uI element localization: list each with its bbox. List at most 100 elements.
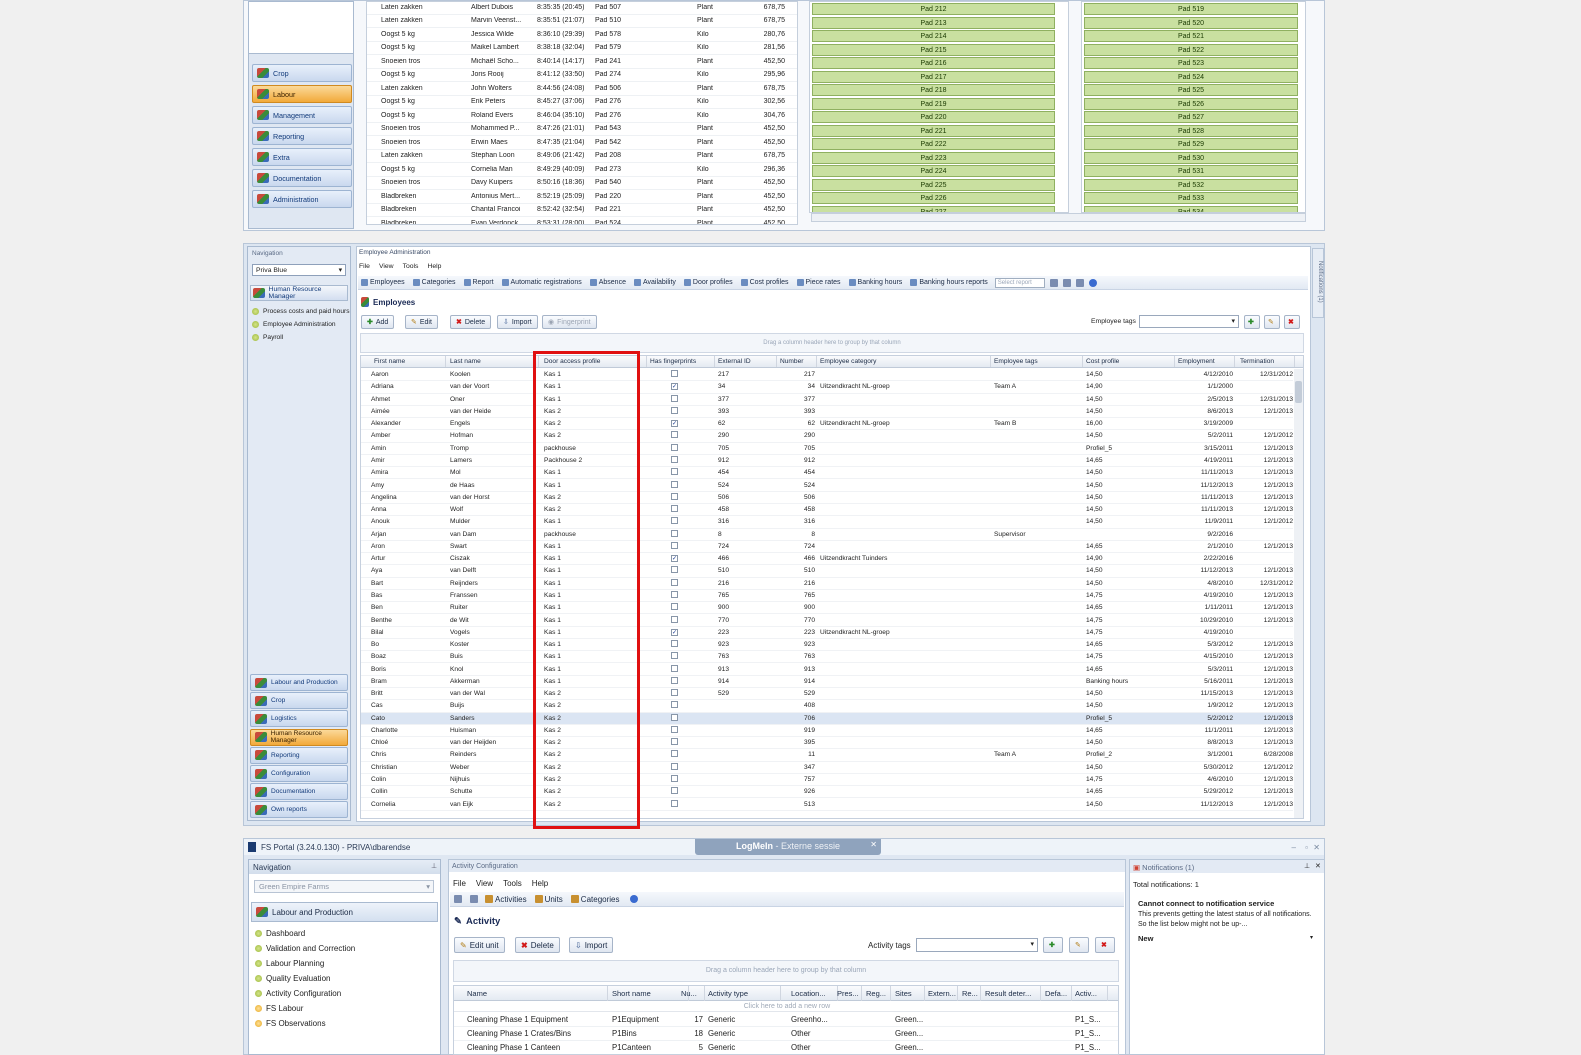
table-row[interactable]: Bladbreken Antonius Mert... 8:52:19 (25:09…: [367, 190, 797, 204]
pad-cell[interactable]: Pad 223: [812, 151, 1055, 164]
table-row[interactable]: Chris Reinders Kas 2 11 Team A Profiel_2 3/1/2…: [361, 749, 1293, 762]
column-header[interactable]: Has fingerprints: [647, 356, 715, 367]
pad-cell[interactable]: Pad 222: [812, 138, 1055, 150]
checkbox[interactable]: [671, 640, 678, 648]
table-row[interactable]: Britt van der Wal Kas 2 529 529 14,50 11/15/20…: [361, 688, 1293, 701]
table-row[interactable]: Ben Ruiter Kas 1 900 900 14,65 1/11/2011 12/1/2…: [361, 602, 1293, 615]
nav-module-header[interactable]: Human Resource Manager: [250, 285, 348, 301]
menu-tools[interactable]: Tools: [403, 263, 419, 270]
column-header[interactable]: Pres...: [834, 986, 862, 1001]
table-row[interactable]: Snoeien tros Mohammed P... 8:47:26 (21:01)…: [367, 123, 797, 136]
checkbox[interactable]: [671, 578, 678, 586]
table-row[interactable]: Artur Ciszak Kas 1 ✓ 466 466 Uitzendkracht Tui…: [361, 553, 1293, 566]
table-row[interactable]: Angelina van der Horst Kas 2 506 506 14,50 11/…: [361, 492, 1293, 504]
checkbox[interactable]: [671, 775, 678, 783]
column-header[interactable]: Nu...: [678, 986, 705, 1001]
pad-cell[interactable]: Pad 524: [1084, 70, 1298, 83]
nav-module-header[interactable]: Labour and Production: [251, 902, 438, 922]
pad-cell[interactable]: Pad 216: [812, 57, 1055, 69]
pad-cell[interactable]: Pad 522: [1084, 43, 1298, 56]
nav-button-3[interactable]: Human Resource Manager: [250, 728, 348, 746]
table-row[interactable]: Oogst 5 kg Maikel Lambert 8:38:18 (32:04) P…: [367, 42, 797, 55]
checkbox[interactable]: [671, 517, 678, 525]
pad-cell[interactable]: Pad 220: [812, 111, 1055, 123]
checkbox[interactable]: [671, 701, 678, 709]
table-row[interactable]: Cato Sanders Kas 2 706 Profiel_5 5/2/2012 12/1…: [361, 712, 1293, 725]
nav-button-5[interactable]: Configuration: [250, 765, 348, 782]
nav-item[interactable]: Dashboard: [255, 926, 355, 941]
menu-view[interactable]: View: [476, 879, 493, 888]
table-row[interactable]: Cornelia van Eijk Kas 2 513 14,50 11/12/2013 1…: [361, 798, 1293, 811]
table-row[interactable]: Cleaning Phase 1 Crates/Bins P1Bins 18 Gene…: [454, 1027, 1118, 1041]
nav-button-1[interactable]: Crop: [250, 692, 348, 710]
pad-cell[interactable]: Pad 520: [1084, 16, 1298, 29]
nav-item[interactable]: Activity Configuration: [255, 986, 355, 1001]
column-header[interactable]: Termination: [1237, 356, 1295, 367]
import-button[interactable]: ⇩ Import: [569, 937, 614, 953]
column-header[interactable]: Employee category: [817, 356, 991, 367]
checkbox[interactable]: ✓: [671, 628, 678, 636]
pad-cell[interactable]: Pad 225: [812, 178, 1055, 191]
save-icon[interactable]: [454, 895, 462, 903]
nav-tree-item[interactable]: Process costs and paid hours: [252, 305, 350, 318]
pad-scrollbar[interactable]: [811, 213, 1306, 222]
pin-icon[interactable]: ⊥: [1304, 862, 1310, 870]
edit-button[interactable]: ✎ Edit: [405, 315, 438, 329]
toolbar-item[interactable]: Categories: [568, 893, 623, 905]
table-row[interactable]: Bart Reijnders Kas 1 216 216 14,50 4/8/2010 12/…: [361, 578, 1293, 590]
checkbox[interactable]: [671, 443, 678, 451]
column-header[interactable]: Cost profile: [1083, 356, 1175, 367]
import-button[interactable]: ⇩ Import: [497, 315, 538, 329]
pad-cell[interactable]: Pad 534: [1084, 205, 1298, 212]
pin-icon[interactable]: ⊥: [431, 862, 437, 870]
pad-cell[interactable]: Pad 523: [1084, 57, 1298, 69]
table-row[interactable]: Bo Koster Kas 1 923 923 14,65 5/3/2012 12/1/201…: [361, 639, 1293, 652]
table-row[interactable]: Oogst 5 kg Erik Peters 8:45:27 (37:06) Pad …: [367, 96, 797, 109]
menu-tools[interactable]: Tools: [503, 879, 522, 888]
nav-item-labour[interactable]: Labour: [252, 85, 352, 103]
pad-cell[interactable]: Pad 226: [812, 192, 1055, 204]
pad-cell[interactable]: Pad 527: [1084, 111, 1298, 123]
column-header[interactable]: Name: [464, 986, 608, 1001]
delete-tag-button[interactable]: ✖: [1284, 315, 1300, 329]
table-row[interactable]: Laten zakken Stephan Loon 8:49:06 (21:42) P…: [367, 150, 797, 163]
menu-file[interactable]: File: [359, 263, 370, 270]
logmein-close-icon[interactable]: ✕: [870, 837, 877, 852]
toolbar-item[interactable]: Employees: [358, 277, 408, 289]
checkbox[interactable]: [671, 799, 678, 807]
table-row[interactable]: Snoeien tros Davy Kuipers 8:50:16 (18:36) P…: [367, 177, 797, 190]
table-row[interactable]: Benthe de Wit Kas 1 770 770 14,75 10/29/2010 12…: [361, 614, 1293, 627]
table-row[interactable]: Snoeien tros Michaël Scho... 8:40:14 (14:1…: [367, 55, 797, 69]
nav-item[interactable]: Quality Evaluation: [255, 971, 355, 986]
toolbar-item[interactable]: Cost profiles: [738, 277, 792, 289]
table-row[interactable]: Oogst 5 kg Jessica Wilde 8:36:10 (29:39) Pa…: [367, 28, 797, 42]
restore-icon[interactable]: ▫: [1305, 843, 1308, 852]
column-header[interactable]: Employment: [1175, 356, 1235, 367]
checkbox[interactable]: [671, 505, 678, 513]
pad-cell[interactable]: Pad 519: [1084, 3, 1298, 15]
table-row[interactable]: Ahmet Oner Kas 1 377 377 14,50 2/5/2013 12/31/2…: [361, 394, 1293, 406]
table-row[interactable]: Boris Knol Kas 1 913 913 14,65 5/3/2011 12/1/20…: [361, 663, 1293, 676]
checkbox[interactable]: ✓: [671, 383, 678, 391]
fingerprint-button[interactable]: ◉ Fingerprint: [542, 315, 597, 329]
nav-button-6[interactable]: Documentation: [250, 783, 348, 801]
checkbox[interactable]: [671, 566, 678, 574]
minimize-icon[interactable]: –: [1292, 843, 1296, 852]
table-row[interactable]: Collin Schutte Kas 2 926 14,65 5/29/2012 12/1/…: [361, 786, 1293, 799]
checkbox[interactable]: [671, 480, 678, 488]
checkbox[interactable]: [671, 713, 678, 721]
pad-cell[interactable]: Pad 213: [812, 16, 1055, 29]
table-row[interactable]: Cleaning Phase 1 Equipment P1Equipment 17 G…: [454, 1013, 1118, 1027]
delete-button[interactable]: ✖ Delete: [515, 937, 560, 953]
nav-item[interactable]: Labour Planning: [255, 956, 355, 971]
help-icon[interactable]: [630, 895, 639, 903]
nav-button-2[interactable]: Logistics: [250, 710, 348, 728]
toolbar-item[interactable]: Banking hours reports: [907, 277, 990, 289]
save-icon[interactable]: [1049, 278, 1058, 287]
table-row[interactable]: Laten zakken Marvin Veenst... 8:35:51 (21:…: [367, 15, 797, 28]
checkbox[interactable]: [671, 689, 678, 697]
column-header[interactable]: Defa...: [1042, 986, 1072, 1001]
pad-cell[interactable]: Pad 521: [1084, 30, 1298, 42]
checkbox[interactable]: [671, 492, 678, 500]
pad-cell[interactable]: Pad 530: [1084, 151, 1298, 164]
